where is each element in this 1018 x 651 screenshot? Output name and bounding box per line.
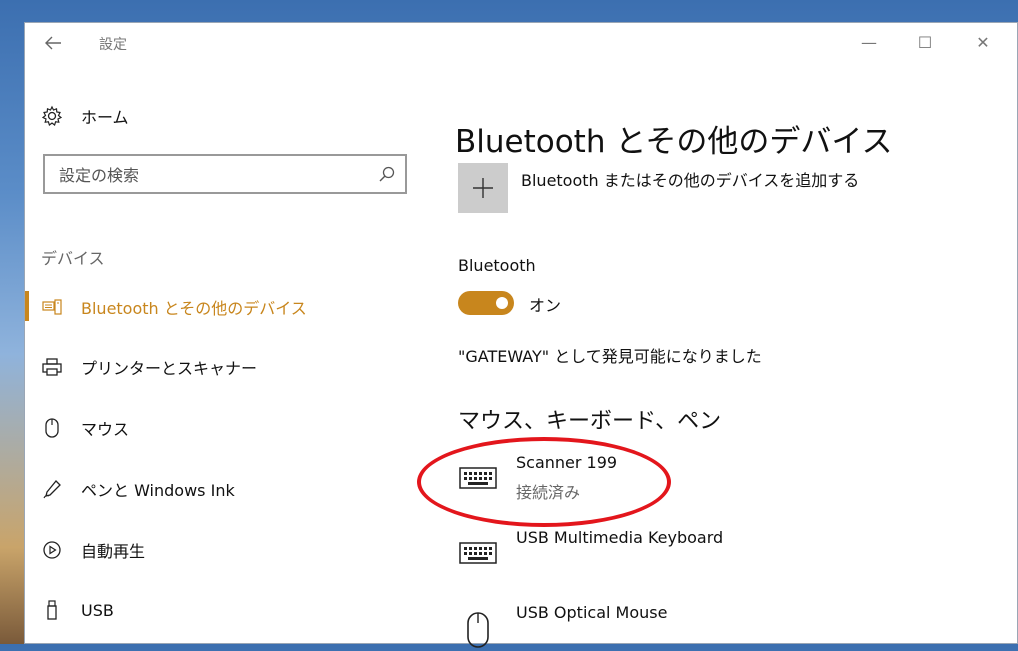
sidebar-item-autoplay[interactable]: 自動再生 (41, 536, 145, 564)
keyboard-icon (459, 542, 497, 564)
sidebar-item-pen[interactable]: ペンと Windows Ink (41, 475, 235, 503)
toggle-knob (496, 297, 508, 309)
mouse-icon (41, 417, 63, 439)
home-nav-item[interactable]: ホーム (41, 103, 129, 129)
printer-icon (41, 356, 63, 378)
maximize-button[interactable]: ☐ (909, 31, 941, 55)
selected-indicator (25, 291, 29, 321)
discoverable-status: "GATEWAY" として発見可能になりました (458, 347, 762, 366)
search-box[interactable] (43, 154, 407, 194)
arrow-left-icon (45, 36, 61, 50)
sidebar-item-label: Bluetooth とその他のデバイス (81, 299, 307, 318)
group-heading: マウス、キーボード、ペン (458, 409, 722, 434)
title-bar: 設定 — ☐ ✕ (25, 23, 1017, 63)
device-name: USB Multimedia Keyboard (516, 528, 724, 547)
plus-icon (473, 178, 493, 198)
mouse-icon (467, 612, 489, 648)
window-title: 設定 (99, 37, 127, 53)
sidebar-item-label: プリンターとスキャナー (81, 359, 258, 378)
search-icon[interactable] (377, 164, 397, 184)
add-device-label[interactable]: Bluetooth またはその他のデバイスを追加する (521, 167, 859, 191)
pen-icon (41, 478, 63, 500)
device-name: USB Optical Mouse (516, 603, 668, 622)
minimize-button[interactable]: — (853, 31, 885, 55)
device-item[interactable]: USB Multimedia Keyboard (458, 528, 778, 576)
sidebar-item-label: 自動再生 (81, 542, 146, 561)
highlight-annotation (417, 437, 671, 527)
home-label: ホーム (81, 108, 129, 127)
sidebar-item-printers[interactable]: プリンターとスキャナー (41, 353, 257, 381)
usb-icon (41, 599, 63, 621)
sidebar-item-bluetooth[interactable]: Bluetooth とその他のデバイス (41, 293, 307, 321)
sidebar-item-label: USB (81, 600, 114, 620)
close-button[interactable]: ✕ (967, 31, 999, 55)
sidebar-item-label: ペンと Windows Ink (81, 481, 235, 500)
sidebar-item-mouse[interactable]: マウス (41, 414, 129, 442)
back-button[interactable] (43, 33, 67, 53)
page-title: Bluetooth とその他のデバイス (455, 123, 893, 160)
section-label-devices: デバイス (41, 249, 105, 268)
bluetooth-label: Bluetooth (458, 256, 536, 275)
sidebar-item-label: マウス (81, 420, 130, 439)
gear-icon (41, 105, 63, 127)
settings-window: 設定 — ☐ ✕ ホーム デバイス Bluetooth (24, 22, 1018, 648)
search-input[interactable] (57, 163, 361, 187)
toggle-state-label: オン (529, 296, 562, 315)
sidebar-item-usb[interactable]: USB (41, 596, 114, 624)
add-device-button[interactable] (458, 163, 508, 213)
bluetooth-devices-icon (41, 296, 63, 318)
bluetooth-toggle[interactable] (458, 291, 514, 315)
autoplay-icon (41, 539, 63, 561)
